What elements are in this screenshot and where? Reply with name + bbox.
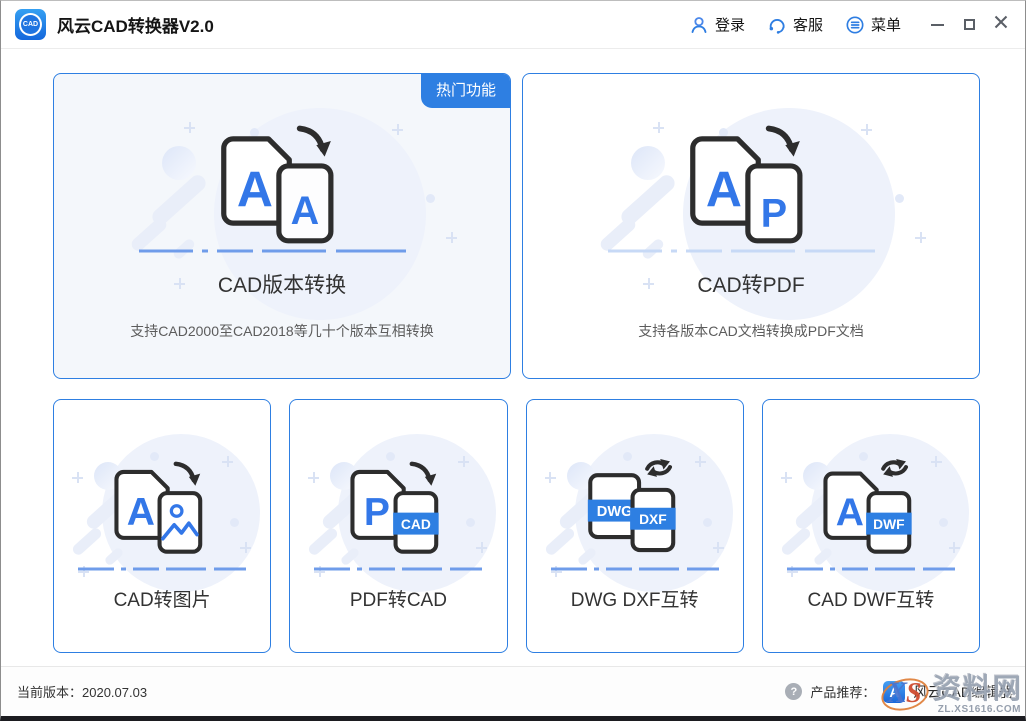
card-subtitle: 支持CAD2000至CAD2018等几十个版本互相转换	[130, 323, 434, 339]
promo-app-icon[interactable]: A	[883, 680, 906, 703]
menu-icon	[845, 15, 865, 35]
card-title: PDF转CAD	[349, 590, 447, 611]
product-recommendation: ? 产品推荐： A 风云CAD编辑器	[785, 680, 1017, 703]
dash-underline	[139, 249, 425, 253]
version-text: 当前版本：2020.07.03	[17, 682, 147, 701]
card-title: DWG DXF互转	[570, 590, 699, 611]
promo-product-name[interactable]: 风云CAD编辑器	[913, 682, 1013, 702]
dash-underline	[78, 567, 247, 571]
dash-underline	[608, 249, 894, 253]
svg-text:P: P	[364, 491, 390, 534]
cad-version-convert-icon: A A	[221, 125, 334, 244]
app-logo-icon: CAD	[15, 9, 46, 40]
close-button[interactable]	[985, 9, 1017, 41]
card-pdf-to-cad[interactable]: P CAD PDF转CAD	[289, 399, 508, 653]
login-button[interactable]: 登录	[689, 14, 745, 35]
card-cad-dwf-convert[interactable]: A DWF CAD DWF互转	[761, 399, 980, 653]
titlebar: CAD 风云CAD转换器V2.0 登录 客服 菜单	[1, 1, 1025, 49]
cad-dwf-convert-icon: A DWF	[823, 458, 912, 554]
cad-to-pdf-icon: A P	[690, 125, 803, 244]
close-icon	[994, 15, 1008, 34]
svg-text:DWG: DWG	[596, 504, 632, 520]
customer-service-label: 客服	[792, 17, 823, 34]
svg-text:DWF: DWF	[873, 516, 904, 532]
maximize-button[interactable]	[953, 9, 985, 41]
card-title: CAD转PDF	[697, 274, 805, 297]
dash-underline	[314, 567, 483, 571]
app-logo-text: CAD	[21, 15, 40, 34]
svg-text:A: A	[237, 162, 273, 218]
window-controls	[921, 9, 1017, 41]
status-bar: 当前版本：2020.07.03 ? 产品推荐： A 风云CAD编辑器 X S 资…	[1, 666, 1025, 716]
help-icon[interactable]: ?	[785, 683, 803, 700]
card-dwg-dxf-convert[interactable]: DWG DXF DWG DXF互转	[525, 399, 744, 653]
headset-icon	[767, 15, 787, 35]
menu-button[interactable]: 菜单	[845, 14, 901, 35]
svg-text:P: P	[761, 191, 787, 235]
customer-service-button[interactable]: 客服	[767, 14, 823, 35]
watermark-site-url: ZL.XS1616.COM	[937, 704, 1021, 715]
svg-text:CAD: CAD	[401, 516, 431, 532]
card-subtitle: 支持各版本CAD文档转换成PDF文档	[638, 323, 864, 339]
hot-feature-badge: 热门功能	[420, 74, 510, 108]
dash-underline	[786, 567, 955, 571]
user-icon	[689, 15, 709, 35]
dash-underline	[550, 567, 719, 571]
dwg-dxf-convert-icon: DWG DXF	[587, 458, 676, 553]
login-label: 登录	[714, 17, 745, 34]
card-cad-version-convert[interactable]: 热门功能 A A CAD版本转换 支持CAD2000至CAD2018等几十个版本…	[53, 73, 511, 379]
card-cad-to-pdf[interactable]: A P CAD转PDF 支持各版本CAD文档转换成PDF文档	[522, 73, 980, 379]
svg-text:A: A	[706, 162, 742, 218]
cad-to-image-icon: A	[114, 461, 203, 554]
card-title: CAD转图片	[113, 590, 211, 611]
promo-label: 产品推荐：	[810, 685, 876, 700]
svg-text:A: A	[291, 189, 320, 233]
menu-label: 菜单	[870, 17, 901, 34]
app-window: CAD 风云CAD转换器V2.0 登录 客服 菜单 热门功能 A A CAD版本…	[0, 0, 1026, 721]
svg-text:DXF: DXF	[639, 511, 667, 527]
card-cad-to-image[interactable]: A CAD转图片	[53, 399, 272, 653]
svg-text:A: A	[127, 491, 155, 534]
version-value: 2020.07.03	[82, 685, 148, 700]
main-content: 热门功能 A A CAD版本转换 支持CAD2000至CAD2018等几十个版本…	[1, 49, 1025, 666]
pdf-to-cad-icon: P CAD	[350, 461, 440, 554]
card-title: CAD DWF互转	[807, 590, 935, 611]
version-label: 当前版本：	[17, 685, 83, 700]
maximize-icon	[963, 19, 975, 30]
minimize-icon	[930, 23, 944, 26]
minimize-button[interactable]	[921, 9, 953, 41]
card-title: CAD版本转换	[217, 274, 347, 297]
svg-text:A: A	[836, 492, 864, 535]
app-title: 风云CAD转换器V2.0	[57, 17, 214, 36]
